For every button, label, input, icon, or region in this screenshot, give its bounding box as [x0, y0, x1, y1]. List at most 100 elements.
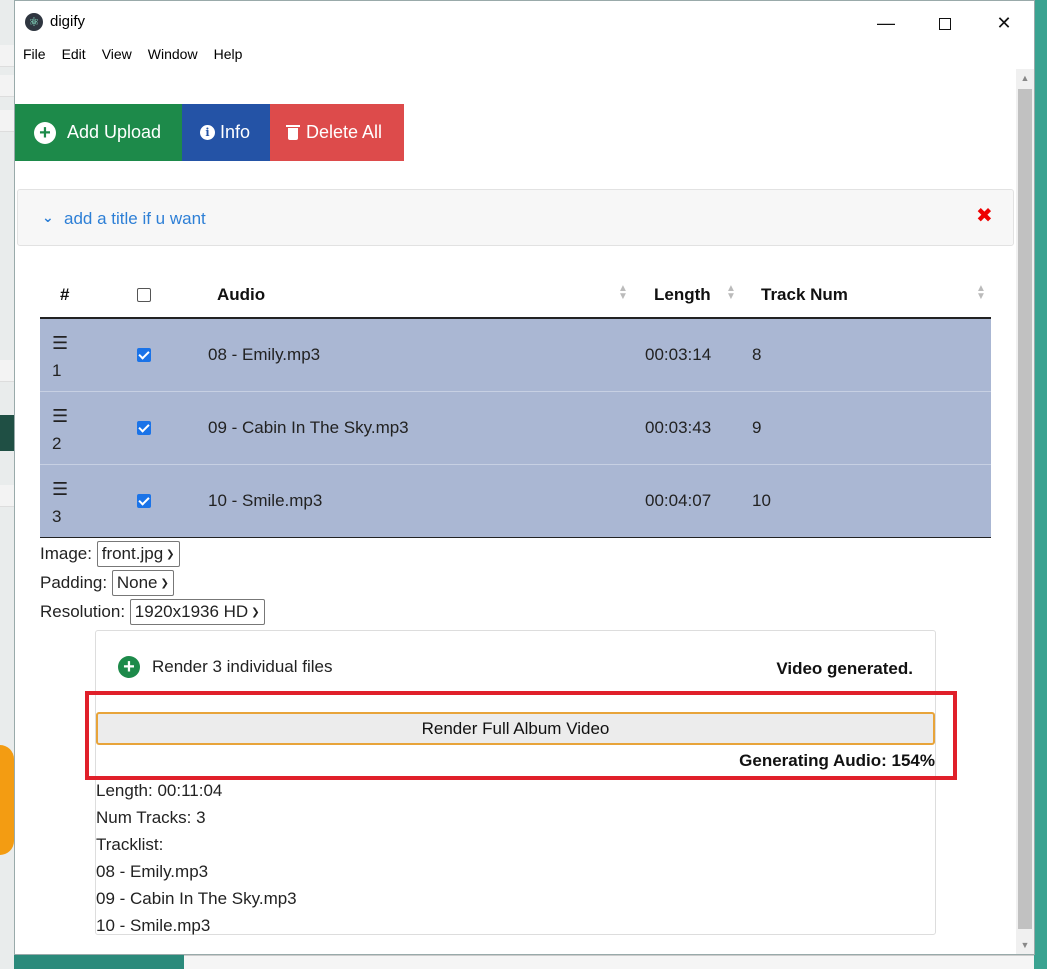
title-collapse-panel: ⌄ add a title if u want ✖ [17, 189, 1014, 246]
maximize-icon [939, 18, 951, 31]
add-upload-button[interactable]: + Add Upload [15, 104, 182, 161]
background-strip [0, 45, 14, 67]
app-window: ⚛ digify — ✕ File Edit View Window Help ▲ ▼ … [14, 0, 1035, 955]
scroll-up-arrow-icon[interactable]: ▲ [1016, 69, 1034, 87]
audio-filename: 08 - Emily.mp3 [208, 345, 321, 364]
atom-icon: ⚛ [25, 13, 43, 31]
image-select[interactable]: front.jpg ❯ [96, 541, 180, 567]
row-number: 3 [52, 507, 62, 526]
sort-icon[interactable]: ▲ ▼ [726, 284, 736, 302]
audio-filename: 09 - Cabin In The Sky.mp3 [208, 418, 409, 437]
render-full-album-button[interactable]: Render Full Album Video [96, 712, 935, 745]
background-strip [0, 110, 14, 132]
background-strip [0, 75, 14, 97]
padding-field-row: Padding: None ❯ [40, 570, 174, 596]
background-strip [0, 360, 14, 382]
plus-circle-icon: + [118, 656, 140, 678]
row-checkbox[interactable] [137, 493, 151, 513]
chevron-down-icon: ❯ [166, 549, 175, 560]
resolution-field-row: Resolution: 1920x1936 HD ❯ [40, 599, 265, 625]
header-length[interactable]: Length [654, 285, 711, 305]
tracklist-label: Tracklist: [96, 835, 164, 854]
table-header: # Audio ▲ ▼ Length ▲ ▼ Track Num ▲ ▼ [40, 273, 991, 319]
track-number: 9 [752, 418, 762, 437]
sort-icon[interactable]: ▲ ▼ [618, 284, 628, 302]
info-circle-icon: i [200, 125, 215, 140]
row-checkbox[interactable] [137, 420, 151, 440]
toolbar: + Add Upload i Info Delete All [15, 104, 404, 161]
desktop-background-right [1034, 0, 1047, 969]
tracks-table: # Audio ▲ ▼ Length ▲ ▼ Track Num ▲ ▼ ☰ 1 08… [40, 273, 991, 538]
plus-circle-icon: + [34, 121, 56, 144]
add-title-link[interactable]: add a title if u want [64, 209, 206, 229]
tracklist-item: 08 - Emily.mp3 [96, 862, 209, 881]
render-individual-label: Render 3 individual files [152, 657, 333, 676]
vertical-scrollbar[interactable]: ▲ ▼ [1016, 69, 1034, 954]
drag-handle-icon[interactable]: ☰ [52, 479, 68, 500]
image-select-value: front.jpg [101, 544, 164, 563]
scroll-thumb[interactable] [1018, 89, 1032, 929]
render-card: + Render 3 individual files Video genera… [95, 630, 936, 935]
padding-select-value: None [116, 573, 158, 592]
minimize-button[interactable]: — [863, 9, 909, 37]
resolution-select-value: 1920x1936 HD [134, 602, 249, 621]
chevron-down-icon: ❯ [251, 607, 260, 618]
padding-label: Padding: [40, 573, 108, 592]
render-individual-button[interactable]: + Render 3 individual files [118, 656, 333, 678]
menu-edit[interactable]: Edit [54, 43, 94, 62]
title-bar[interactable]: ⚛ digify — ✕ [15, 1, 1034, 43]
table-row[interactable]: ☰ 2 09 - Cabin In The Sky.mp3 00:03:43 9 [40, 392, 991, 465]
row-checkbox[interactable] [137, 347, 151, 367]
sort-icon[interactable]: ▲ ▼ [976, 284, 986, 302]
trash-icon [286, 125, 300, 140]
header-audio[interactable]: Audio [217, 285, 265, 305]
album-info: Length: 00:11:04 Num Tracks: 3 Tracklist… [96, 777, 297, 939]
resolution-label: Resolution: [40, 602, 126, 621]
desktop-background-left [0, 0, 14, 969]
add-upload-label: Add Upload [67, 122, 162, 142]
select-all-checkbox[interactable] [137, 287, 151, 307]
close-window-button[interactable]: ✕ [981, 9, 1027, 37]
track-number: 8 [752, 345, 762, 364]
checkbox-checked-icon [137, 494, 151, 508]
background-window-strip [184, 955, 1034, 969]
chevron-down-icon: ❯ [160, 578, 169, 589]
row-number: 1 [52, 361, 62, 380]
maximize-button[interactable] [922, 9, 968, 37]
info-button[interactable]: i Info [182, 104, 270, 161]
checkbox-checked-icon [137, 348, 151, 362]
resolution-select[interactable]: 1920x1936 HD ❯ [129, 599, 265, 625]
padding-select[interactable]: None ❯ [111, 570, 174, 596]
background-vlc-icon [0, 745, 14, 855]
chevron-down-icon[interactable]: ⌄ [42, 209, 54, 226]
menu-window[interactable]: Window [140, 43, 206, 62]
close-icon[interactable]: ✖ [976, 203, 993, 228]
background-strip [0, 485, 14, 507]
menu-bar: File Edit View Window Help [15, 43, 1034, 67]
table-row[interactable]: ☰ 3 10 - Smile.mp3 00:04:07 10 [40, 465, 991, 538]
track-number: 10 [752, 491, 771, 510]
delete-all-label: Delete All [306, 122, 383, 142]
drag-handle-icon[interactable]: ☰ [52, 406, 68, 427]
image-field-row: Image: front.jpg ❯ [40, 541, 180, 567]
album-length: Length: 00:11:04 [96, 781, 223, 800]
row-number: 2 [52, 434, 62, 453]
checkbox-icon [137, 288, 151, 302]
header-track-num[interactable]: Track Num [761, 285, 848, 305]
desktop-background-bottom [14, 955, 1047, 969]
menu-view[interactable]: View [94, 43, 140, 62]
tracklist-item: 09 - Cabin In The Sky.mp3 [96, 889, 297, 908]
tracklist-item: 10 - Smile.mp3 [96, 916, 211, 935]
scroll-down-arrow-icon[interactable]: ▼ [1016, 936, 1034, 954]
delete-all-button[interactable]: Delete All [270, 104, 404, 161]
checkbox-checked-icon [137, 421, 151, 435]
menu-file[interactable]: File [15, 43, 54, 62]
track-length: 00:03:43 [645, 418, 712, 437]
table-row[interactable]: ☰ 1 08 - Emily.mp3 00:03:14 8 [40, 319, 991, 392]
track-length: 00:03:14 [645, 345, 712, 364]
header-number: # [60, 285, 70, 304]
image-label: Image: [40, 544, 92, 563]
drag-handle-icon[interactable]: ☰ [52, 333, 68, 354]
menu-help[interactable]: Help [206, 43, 251, 62]
info-label: Info [220, 122, 251, 142]
